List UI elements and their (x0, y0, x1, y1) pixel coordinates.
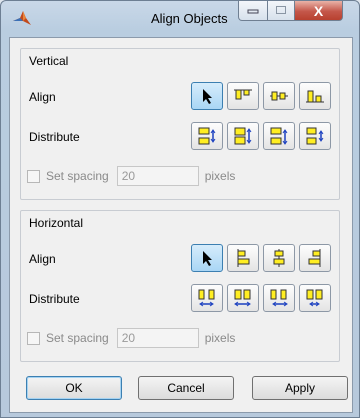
vertical-spacing-row: Set spacing pixels (27, 166, 235, 186)
maximize-button[interactable] (268, 1, 295, 21)
distribute-top-button[interactable] (191, 122, 223, 150)
vertical-distribute-buttons (191, 122, 331, 150)
align-center-button[interactable] (263, 244, 295, 272)
horizontal-spacing-input[interactable] (116, 328, 199, 348)
distribute-spacing-button[interactable] (299, 122, 331, 150)
horizontal-select-button[interactable] (191, 244, 223, 272)
horizontal-align-label: Align (29, 252, 56, 266)
distribute-middle-button[interactable] (227, 122, 259, 150)
horizontal-set-spacing-label: Set spacing (46, 331, 109, 345)
align-middle-button[interactable] (263, 82, 295, 110)
vertical-set-spacing-label: Set spacing (46, 169, 109, 183)
horizontal-pixels-label: pixels (204, 331, 236, 345)
caption-buttons: X (238, 1, 343, 23)
vertical-align-buttons (191, 82, 331, 110)
align-top-button[interactable] (227, 82, 259, 110)
cancel-button[interactable]: Cancel (138, 376, 234, 400)
horizontal-spacing-row: Set spacing pixels (27, 328, 235, 348)
vertical-group-label: Vertical (29, 54, 69, 68)
distribute-center-icon (234, 289, 251, 307)
close-icon: X (313, 2, 324, 19)
horizontal-distribute-label: Distribute (29, 292, 80, 306)
distribute-h-spacing-button[interactable] (299, 284, 331, 312)
horizontal-set-spacing-checkbox[interactable] (27, 331, 40, 345)
window-title: Align Objects (151, 11, 228, 26)
align-bottom-button[interactable] (299, 82, 331, 110)
horizontal-distribute-buttons (191, 284, 331, 312)
horizontal-group: Horizontal Align Distribute Set spacing … (20, 210, 340, 362)
horizontal-align-buttons (191, 244, 331, 272)
distribute-bottom-button[interactable] (263, 122, 295, 150)
distribute-h-spacing-icon (306, 289, 323, 307)
vertical-select-button[interactable] (191, 82, 223, 110)
vertical-align-label: Align (29, 90, 56, 104)
distribute-right-icon (270, 289, 288, 307)
align-center-icon (273, 249, 285, 267)
pointer-icon (203, 89, 212, 104)
matlab-logo-icon (11, 9, 33, 27)
align-top-icon (234, 89, 252, 100)
vertical-distribute-label: Distribute (29, 130, 80, 144)
ok-button[interactable]: OK (26, 376, 122, 400)
distribute-middle-icon (234, 127, 252, 145)
apply-button[interactable]: Apply (252, 376, 348, 400)
title-bar[interactable]: Align Objects X (1, 1, 359, 37)
distribute-right-button[interactable] (263, 284, 295, 312)
align-middle-icon (270, 91, 288, 101)
align-left-icon (237, 249, 250, 267)
vertical-pixels-label: pixels (204, 169, 236, 183)
horizontal-group-label: Horizontal (29, 216, 84, 230)
close-button[interactable]: X (295, 1, 343, 21)
vertical-spacing-input[interactable] (116, 166, 199, 186)
distribute-bottom-icon (270, 127, 288, 145)
distribute-spacing-icon (306, 127, 324, 145)
distribute-left-icon (198, 289, 215, 307)
align-objects-window: Align Objects X Vertical Align Distribut… (0, 0, 360, 418)
minimize-icon (247, 5, 259, 17)
maximize-icon (275, 5, 287, 17)
dialog-body: Vertical Align Distribute Set spacing 20… (9, 37, 353, 413)
distribute-center-button[interactable] (227, 284, 259, 312)
vertical-group: Vertical Align Distribute Set spacing 20… (20, 48, 340, 200)
pointer-icon (203, 251, 212, 266)
vertical-set-spacing-checkbox[interactable] (27, 169, 40, 183)
align-bottom-icon (306, 90, 324, 103)
align-right-button[interactable] (299, 244, 331, 272)
minimize-button[interactable] (238, 1, 268, 21)
distribute-left-button[interactable] (191, 284, 223, 312)
align-left-button[interactable] (227, 244, 259, 272)
align-right-icon (308, 249, 321, 267)
distribute-top-icon (198, 127, 216, 145)
